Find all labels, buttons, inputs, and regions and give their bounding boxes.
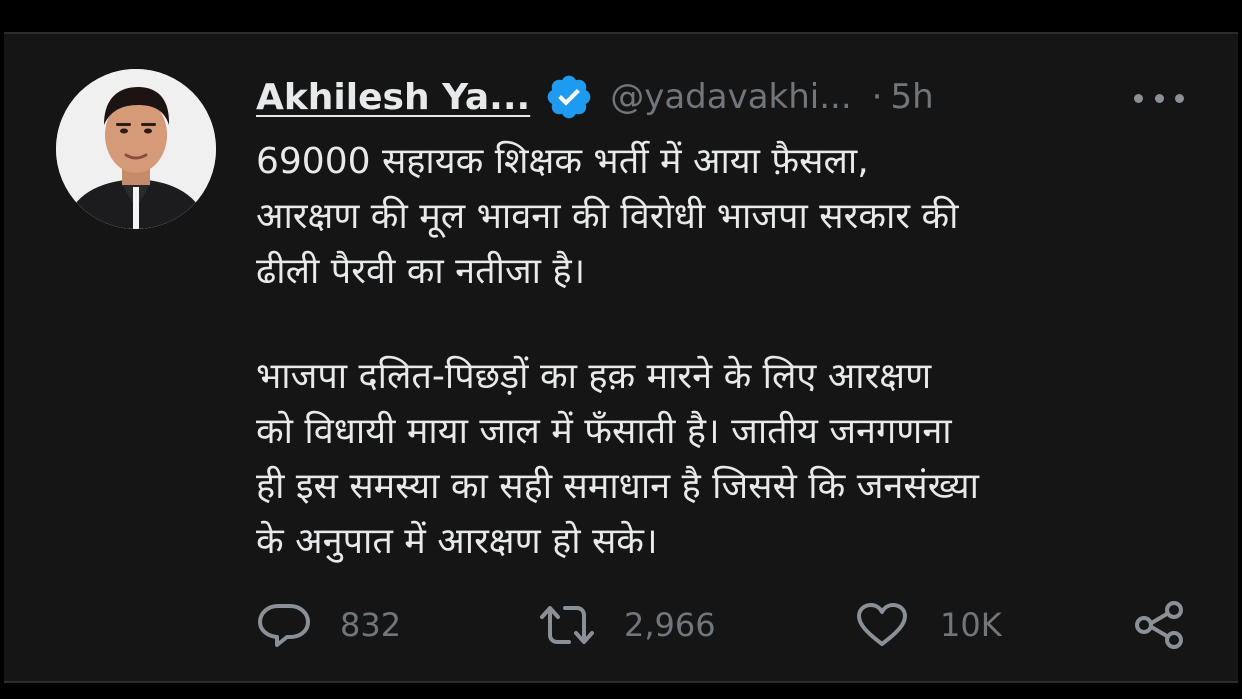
more-dot [1154,93,1164,103]
avatar[interactable] [56,69,216,229]
more-dot [1134,93,1143,103]
tweet-paragraph-1: 69000 सहायक शिक्षक भर्ती में आया फ़ैसला,… [256,134,1216,299]
author-handle[interactable]: @yadavakhi... [610,77,851,117]
heart-icon [857,603,907,646]
more-options-icon[interactable] [1134,86,1184,110]
tweet-card: Akhilesh Ya... @yadavakhi... · 5h 69000 … [4,32,1238,683]
verified-badge-icon [547,75,591,119]
reply-icon [258,604,310,647]
like-count: 10K [940,606,1002,644]
more-dot [1175,93,1184,103]
tweet-line: ही इस समस्या का सही समाधान है जिससे कि ज… [256,466,979,507]
retweet-count: 2,966 [624,606,716,644]
tweet-paragraph-2: भाजपा दलित-पिछड़ों का हक़ मारने के लिए आ… [256,349,1216,569]
tweet-header: Akhilesh Ya... @yadavakhi... · 5h [256,72,934,122]
retweet-button[interactable]: 2,966 [538,600,716,650]
tweet-line: ढीली पैरवी का नतीजा है। [256,251,586,292]
action-bar: 832 2,966 10K [256,600,1188,650]
separator-dot: · [871,77,883,117]
tweet-line: के अनुपात में आरक्षण हो सके। [256,521,658,562]
tweet-line: को विधायी माया जाल में फँसाती है। जातीय … [256,411,952,452]
share-icon [1135,601,1183,649]
tweet-line: आरक्षण की मूल भावना की विरोधी भाजपा सरका… [256,196,959,237]
tweet-line: 69000 सहायक शिक्षक भर्ती में आया फ़ैसला, [256,141,869,182]
timestamp[interactable]: 5h [890,77,933,117]
reply-button[interactable]: 832 [256,600,401,650]
share-button[interactable] [1134,600,1186,650]
author-name[interactable]: Akhilesh Ya... [256,77,530,118]
retweet-icon [540,606,594,644]
tweet-text: 69000 सहायक शिक्षक भर्ती में आया फ़ैसला,… [256,134,1216,569]
like-button[interactable]: 10K [856,600,1002,650]
tweet-line: भाजपा दलित-पिछड़ों का हक़ मारने के लिए आ… [256,356,932,397]
reply-count: 832 [340,606,402,644]
